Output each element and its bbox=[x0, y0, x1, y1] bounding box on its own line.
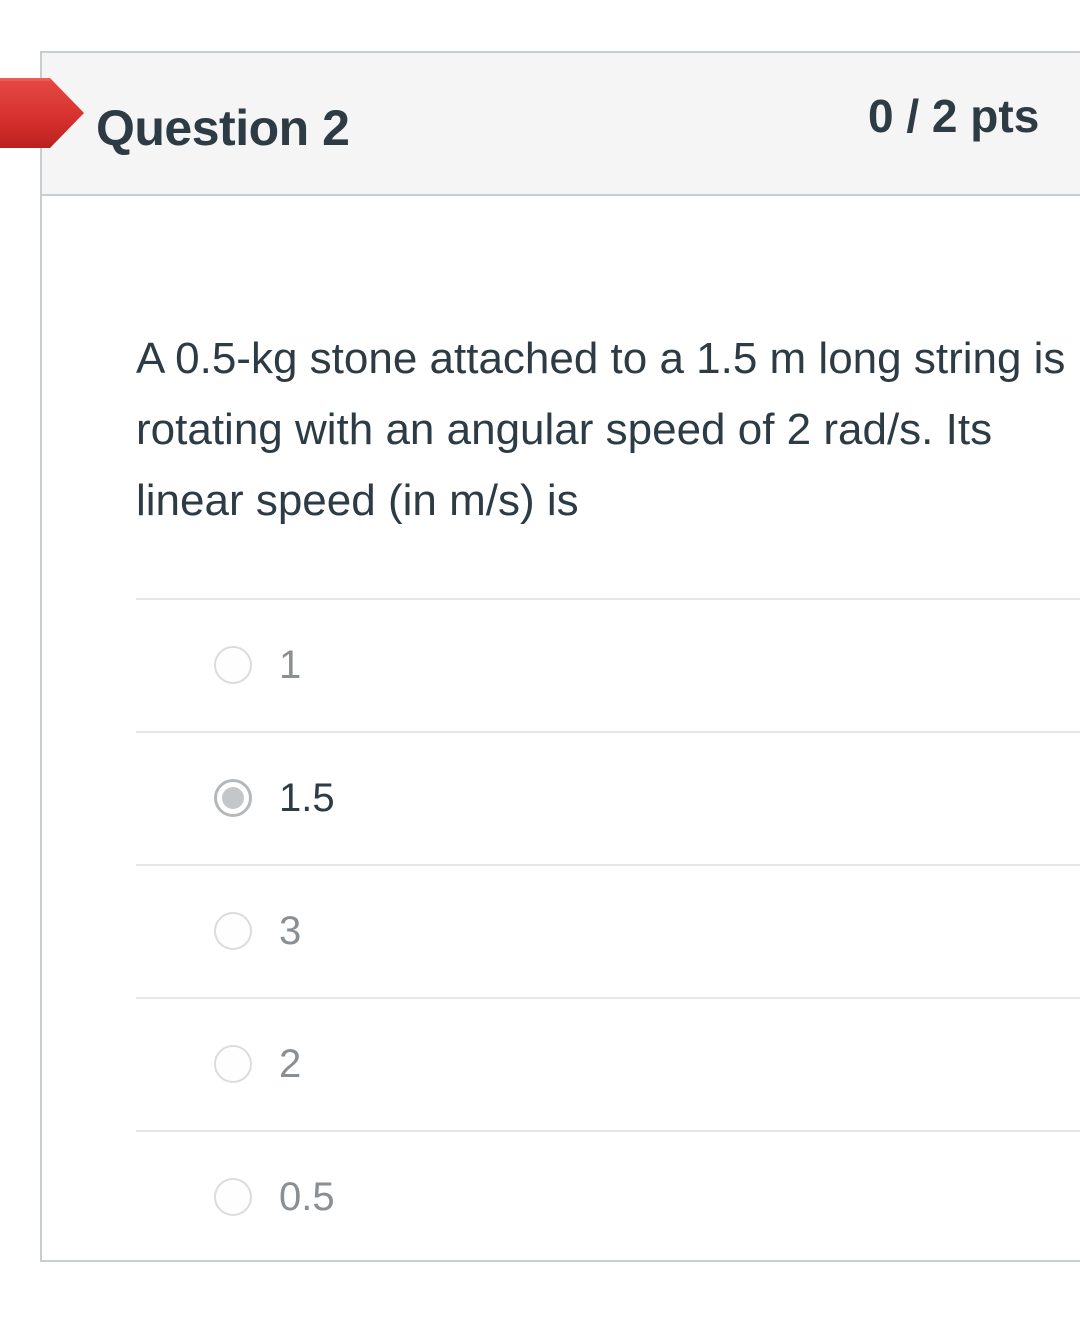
radio-button[interactable] bbox=[214, 1178, 252, 1216]
radio-button[interactable] bbox=[214, 1045, 252, 1083]
answer-label: 3 bbox=[279, 909, 302, 953]
answer-option[interactable]: 1 bbox=[136, 598, 1080, 731]
question-card: Question 2 0 / 2 pts A 0.5-kg stone atta… bbox=[40, 51, 1080, 1262]
answer-list: 1 1.5 3 2 0.5 bbox=[136, 598, 1080, 1263]
radio-button[interactable] bbox=[214, 912, 252, 950]
question-points: 0 / 2 pts bbox=[868, 90, 1040, 142]
answer-option[interactable]: 2 bbox=[136, 997, 1080, 1130]
question-header: Question 2 0 / 2 pts bbox=[42, 53, 1080, 196]
answer-label: 1.5 bbox=[279, 776, 335, 820]
incorrect-flag-icon bbox=[0, 78, 84, 148]
answer-label: 1 bbox=[279, 643, 302, 687]
radio-button[interactable] bbox=[214, 646, 252, 684]
question-title: Question 2 bbox=[96, 100, 350, 156]
answer-option[interactable]: 3 bbox=[136, 864, 1080, 997]
answer-label: 0.5 bbox=[279, 1175, 335, 1219]
answer-label: 2 bbox=[279, 1042, 302, 1086]
answer-option[interactable]: 1.5 bbox=[136, 731, 1080, 864]
radio-button-selected[interactable] bbox=[214, 779, 252, 817]
answer-option[interactable]: 0.5 bbox=[136, 1130, 1080, 1263]
question-text: A 0.5-kg stone attached to a 1.5 m long … bbox=[136, 334, 1066, 525]
